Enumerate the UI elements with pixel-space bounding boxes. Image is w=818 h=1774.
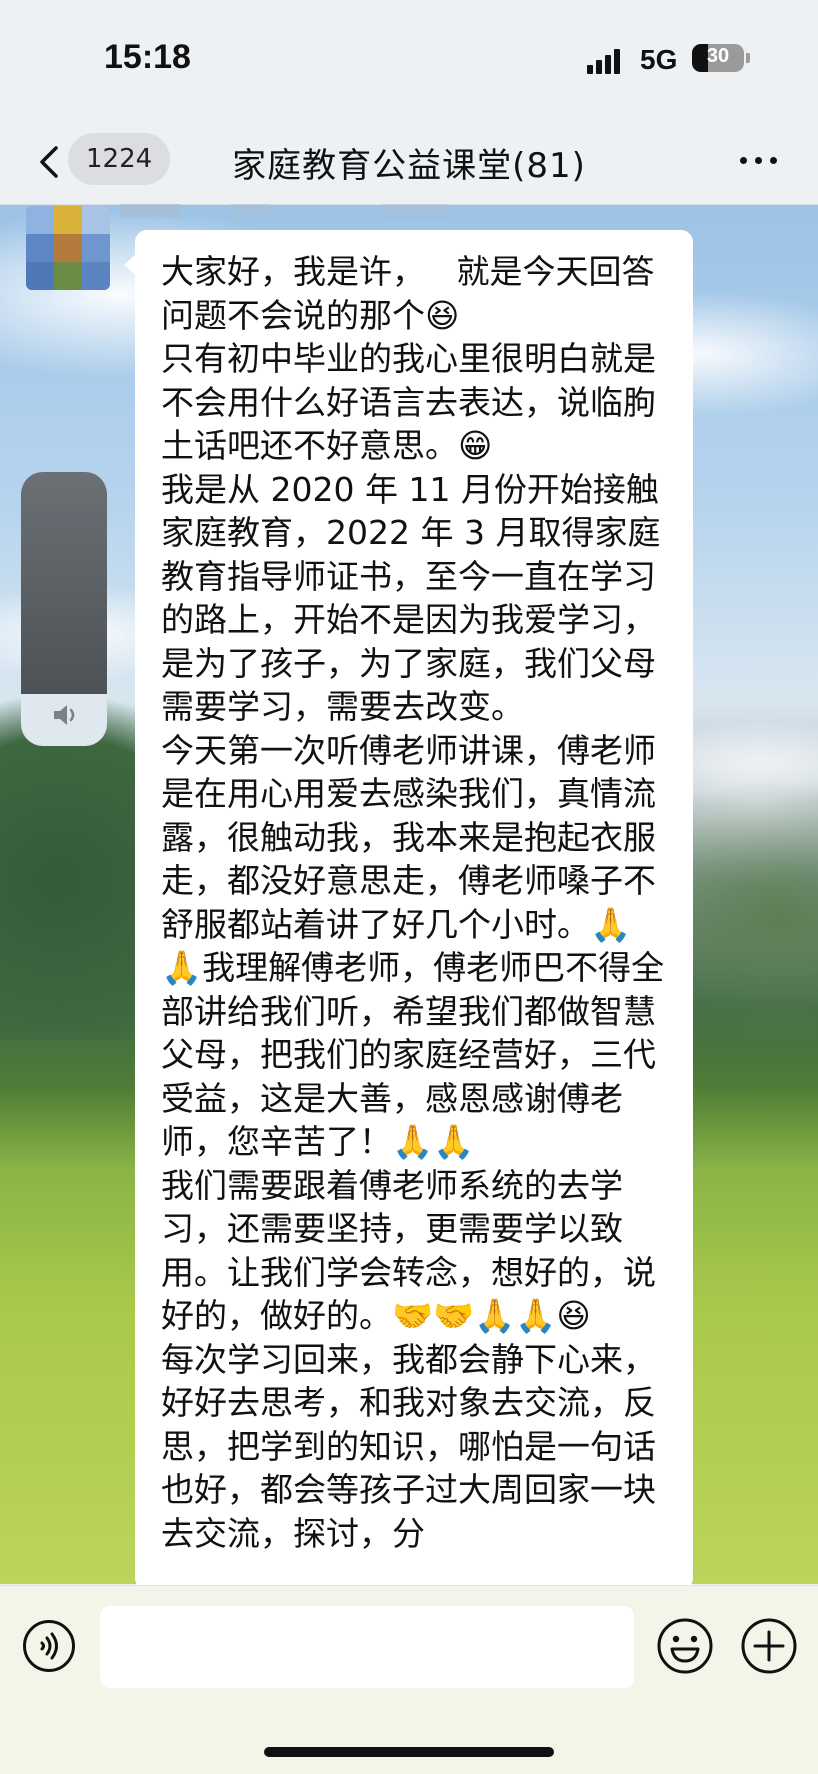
volume-track — [21, 472, 107, 694]
chat-header: 家庭教育公益课堂(81) 1224 — [0, 120, 818, 205]
signal-icon — [587, 48, 627, 74]
home-indicator[interactable] — [264, 1747, 554, 1757]
chat-input-bar — [0, 1585, 818, 1774]
avatar[interactable] — [26, 206, 110, 290]
speaker-icon — [54, 705, 75, 725]
plus-icon[interactable] — [740, 1617, 798, 1675]
network-type: 5G — [640, 44, 678, 75]
message-input[interactable] — [100, 1606, 634, 1688]
battery-level: 30 — [706, 45, 730, 67]
volume-indicator — [21, 472, 107, 746]
status-time: 15:18 — [104, 38, 191, 76]
message-text: 大家好，我是许， 就是今天回答问题不会说的那个😆 只有初中毕业的我心里很明白就是… — [161, 252, 665, 1553]
voice-icon[interactable] — [22, 1619, 76, 1673]
more-dots-icon[interactable] — [738, 150, 780, 170]
chevron-left-icon[interactable] — [32, 142, 72, 182]
battery-tip — [746, 53, 750, 63]
unread-count-badge[interactable]: 1224 — [68, 133, 171, 185]
message-bubble[interactable]: 大家好，我是许， 就是今天回答问题不会说的那个😆 只有初中毕业的我心里很明白就是… — [135, 230, 693, 1590]
emoji-icon[interactable] — [656, 1617, 714, 1675]
sender-name-redacted — [120, 204, 450, 218]
battery-icon: 30 — [692, 44, 744, 72]
status-bar: 15:18 5G 30 — [0, 0, 818, 120]
